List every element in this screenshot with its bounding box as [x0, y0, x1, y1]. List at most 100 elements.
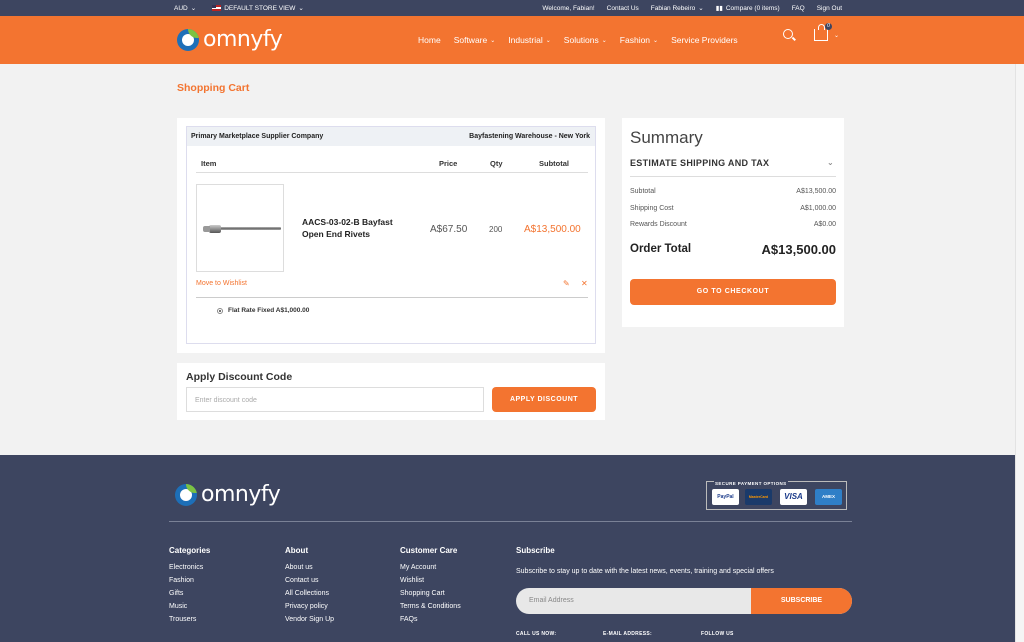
- footer-link[interactable]: Electronics: [169, 564, 210, 577]
- email-address-label: E-MAIL ADDRESS:: [603, 631, 652, 637]
- footer-col-title: Customer Care: [400, 546, 458, 555]
- discount-code-input[interactable]: Enter discount code: [186, 387, 484, 412]
- summary-row-shipping: Shipping Cost A$1,000.00: [630, 205, 836, 212]
- account-menu[interactable]: Fabian Rebeiro ⌄: [651, 4, 704, 13]
- order-total-label: Order Total: [630, 243, 692, 255]
- footer-link[interactable]: About us: [285, 564, 334, 577]
- footer-link[interactable]: Wishlist: [400, 577, 461, 590]
- warehouse-name: Bayfastening Warehouse - New York: [469, 133, 590, 140]
- nav-fashion[interactable]: Fashion ⌄: [620, 32, 658, 48]
- email-placeholder: Email Address: [529, 597, 574, 604]
- footer-col-subscribe: Subscribe: [516, 546, 555, 564]
- product-qty[interactable]: 200: [489, 225, 502, 234]
- footer-link[interactable]: Vendor Sign Up: [285, 616, 334, 629]
- logo-text: omnyfy: [201, 482, 281, 507]
- discount-panel: Apply Discount Code Enter discount code …: [177, 363, 605, 420]
- summary-label: Rewards Discount: [630, 221, 687, 228]
- estimate-shipping-toggle[interactable]: ESTIMATE SHIPPING AND TAX ⌄: [630, 158, 836, 177]
- nav-label: Solutions: [563, 35, 599, 45]
- call-us-label: CALL US NOW:: [516, 631, 557, 637]
- footer-link[interactable]: All Collections: [285, 590, 334, 603]
- footer-link[interactable]: Privacy policy: [285, 603, 334, 616]
- footer: omnyfy SECURE PAYMENT OPTIONS PayPal Mas…: [0, 455, 1015, 642]
- payment-title: SECURE PAYMENT OPTIONS: [714, 481, 788, 486]
- checkout-button[interactable]: GO TO CHECKOUT: [630, 279, 836, 305]
- edit-icon[interactable]: ✎: [563, 279, 570, 288]
- footer-link[interactable]: Music: [169, 603, 210, 616]
- cart-table: Primary Marketplace Supplier Company Bay…: [186, 126, 596, 344]
- chevron-down-icon: ⌄: [834, 32, 840, 39]
- nav-label: Fashion: [619, 35, 651, 45]
- table-header: Item Price Qty Subtotal: [196, 153, 588, 173]
- move-to-wishlist-link[interactable]: Move to Wishlist: [196, 280, 247, 287]
- nav-label: Home: [418, 35, 441, 45]
- compare-link[interactable]: ▮▮ Compare (0 items): [716, 4, 780, 13]
- cart-count-badge: 0: [825, 23, 832, 30]
- footer-logo[interactable]: omnyfy: [175, 482, 281, 507]
- chevron-down-icon: ⌄: [826, 158, 834, 167]
- supplier-bar: Primary Marketplace Supplier Company Bay…: [187, 127, 595, 146]
- logo-mark-icon: [175, 483, 197, 506]
- footer-link[interactable]: Trousers: [169, 616, 210, 629]
- footer-link[interactable]: Contact us: [285, 577, 334, 590]
- nav-service-providers[interactable]: Service Providers: [671, 32, 738, 48]
- footer-link[interactable]: Gifts: [169, 590, 210, 603]
- estimate-label: ESTIMATE SHIPPING AND TAX: [630, 158, 770, 168]
- us-flag-icon: [212, 5, 222, 11]
- footer-col-customer-care: Customer Care My Account Wishlist Shoppi…: [400, 546, 461, 629]
- summary-panel: Summary ESTIMATE SHIPPING AND TAX ⌄ Subt…: [622, 118, 844, 327]
- search-icon[interactable]: [782, 28, 796, 42]
- store-view-switcher[interactable]: DEFAULT STORE VIEW ⌄: [212, 4, 304, 12]
- nav-label: Service Providers: [671, 35, 738, 45]
- follow-us-label: FOLLOW US: [701, 631, 734, 637]
- product-image[interactable]: [196, 184, 284, 272]
- summary-label: Subtotal: [630, 188, 656, 195]
- currency-label: AUD: [174, 4, 188, 12]
- logo[interactable]: omnyfy: [177, 27, 283, 52]
- footer-link[interactable]: Shopping Cart: [400, 590, 461, 603]
- delete-icon[interactable]: ✕: [581, 279, 588, 288]
- footer-link[interactable]: FAQs: [400, 616, 461, 629]
- page-title: Shopping Cart: [177, 82, 250, 94]
- summary-row-rewards: Rewards Discount A$0.00: [630, 221, 836, 228]
- shipping-option[interactable]: Flat Rate Fixed A$1,000.00: [217, 307, 309, 314]
- footer-link[interactable]: Terms & Conditions: [400, 603, 461, 616]
- summary-row-subtotal: Subtotal A$13,500.00: [630, 188, 836, 195]
- contact-link[interactable]: Contact Us: [607, 5, 639, 12]
- minicart-button[interactable]: 0 ⌄: [814, 23, 840, 41]
- col-price: Price: [439, 159, 458, 168]
- signout-link[interactable]: Sign Out: [817, 5, 842, 12]
- logo-mark-icon: [177, 28, 199, 51]
- main-nav: Home Software ⌄ Industrial ⌄ Solutions ⌄ Fa…: [418, 32, 738, 48]
- nav-software[interactable]: Software ⌄: [454, 32, 496, 48]
- visa-icon: VISA: [780, 489, 807, 505]
- cart-panel: Primary Marketplace Supplier Company Bay…: [177, 118, 605, 353]
- col-qty: Qty: [490, 159, 503, 168]
- product-name[interactable]: AACS-03-02-B Bayfast Open End Rivets: [302, 216, 412, 240]
- summary-value: A$0.00: [813, 221, 836, 228]
- currency-switcher[interactable]: AUD ⌄: [174, 4, 197, 13]
- apply-discount-button[interactable]: APPLY DISCOUNT: [492, 387, 596, 412]
- footer-link[interactable]: Fashion: [169, 577, 210, 590]
- nav-home[interactable]: Home: [418, 32, 441, 48]
- scrollbar[interactable]: [1015, 64, 1024, 642]
- chevron-down-icon: ⌄: [190, 5, 197, 12]
- main-header: omnyfy Home Software ⌄ Industrial ⌄ Soluti…: [0, 16, 1024, 64]
- supplier-name: Primary Marketplace Supplier Company: [191, 133, 324, 140]
- summary-title: Summary: [630, 128, 703, 147]
- discount-title: Apply Discount Code: [186, 371, 293, 383]
- shipping-option-label: Flat Rate Fixed A$1,000.00: [228, 307, 310, 314]
- nav-industrial[interactable]: Industrial ⌄: [508, 32, 551, 48]
- footer-col-about: About About us Contact us All Collection…: [285, 546, 334, 629]
- faq-link[interactable]: FAQ: [792, 5, 805, 12]
- subscribe-button[interactable]: SUBSCRIBE: [751, 588, 852, 614]
- footer-link[interactable]: My Account: [400, 564, 461, 577]
- nav-solutions[interactable]: Solutions ⌄: [564, 32, 607, 48]
- product-subtotal: A$13,500.00: [524, 224, 581, 235]
- subscribe-text: Subscribe to stay up to date with the la…: [516, 568, 774, 575]
- col-item: Item: [201, 159, 217, 168]
- footer-col-title: About: [285, 546, 309, 555]
- order-total: Order Total A$13,500.00: [630, 242, 836, 257]
- shipping-radio[interactable]: [217, 307, 223, 314]
- store-view-label: DEFAULT STORE VIEW: [224, 4, 296, 12]
